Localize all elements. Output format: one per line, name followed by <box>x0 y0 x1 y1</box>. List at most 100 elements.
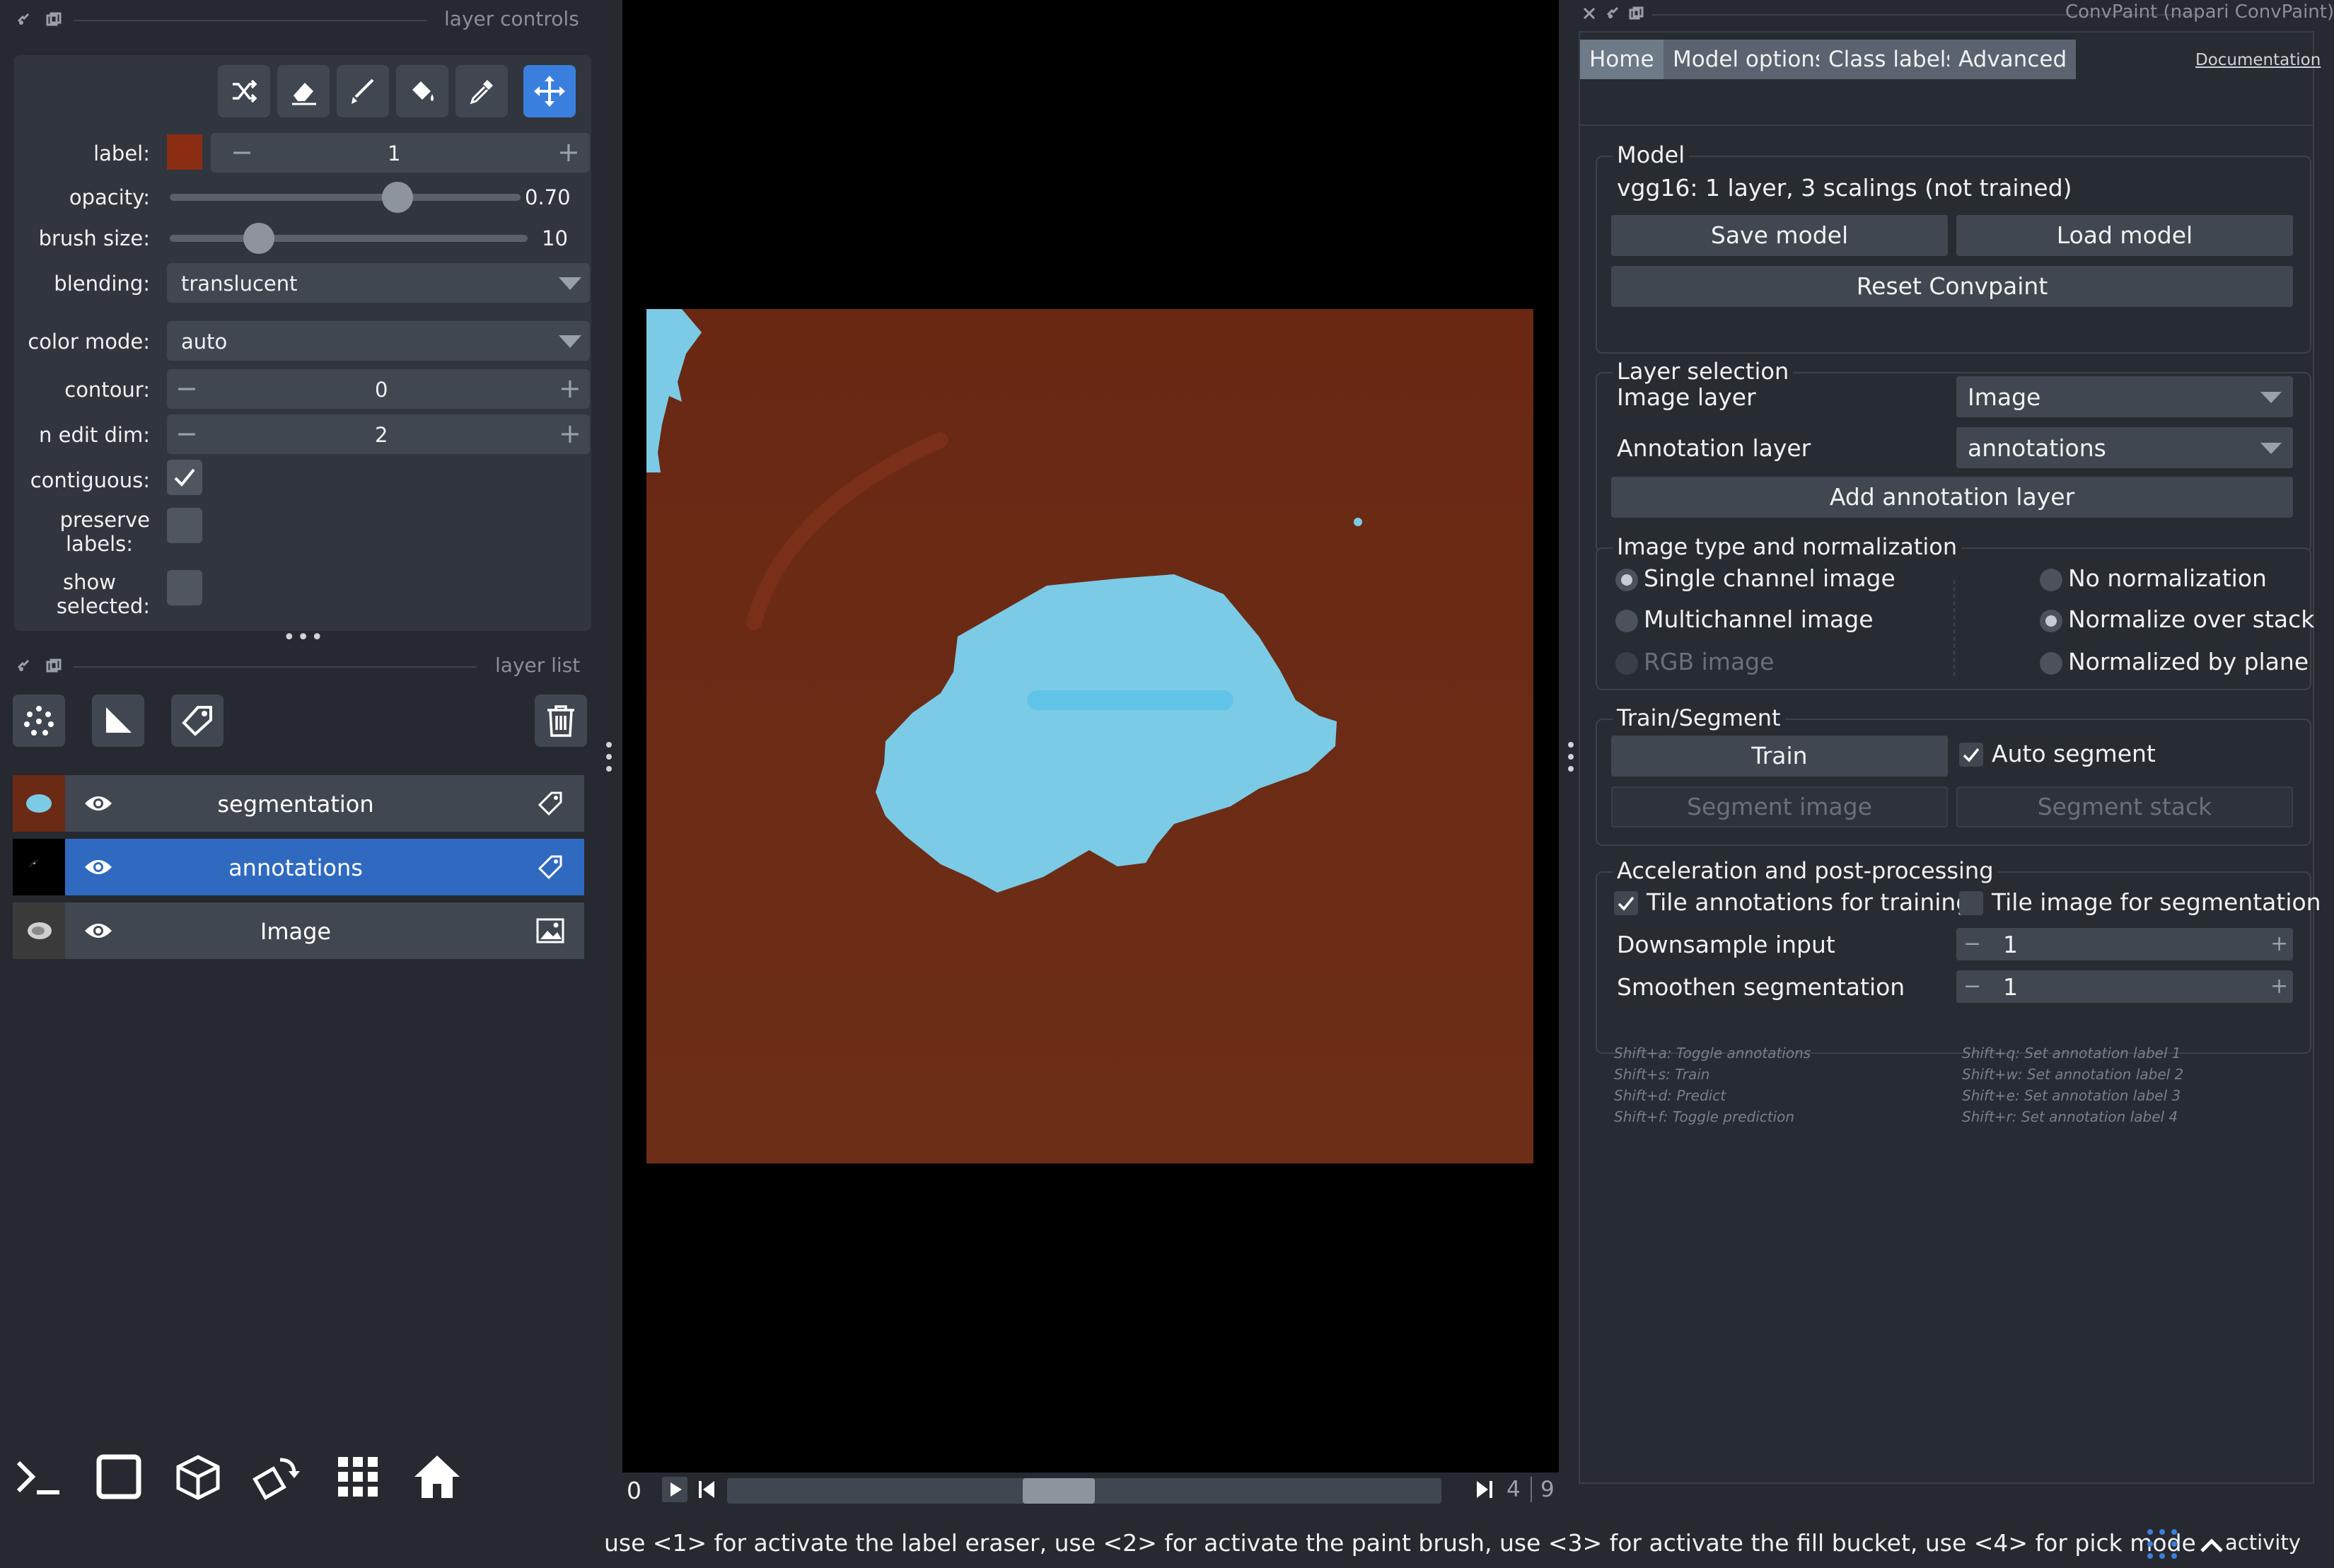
segment-image-button[interactable]: Segment image <box>1611 786 1948 827</box>
dock-close-icon[interactable] <box>1581 6 1597 21</box>
tab-home[interactable]: Home <box>1580 40 1664 79</box>
layer-selection-title: Layer selection <box>1613 358 1794 385</box>
new-points-layer-button[interactable] <box>13 695 65 747</box>
pan-zoom-button[interactable] <box>523 65 576 117</box>
new-labels-layer-button[interactable] <box>171 695 223 747</box>
color-picker-button[interactable] <box>455 65 508 117</box>
normalize-over-stack-radio[interactable] <box>2040 610 2062 632</box>
reset-view-button[interactable] <box>412 1451 463 1502</box>
fill-bucket-button[interactable] <box>396 65 448 117</box>
shapes-icon <box>102 704 134 737</box>
cube-icon <box>173 1451 223 1502</box>
brush-size-slider-handle[interactable] <box>243 223 274 254</box>
console-button[interactable] <box>13 1451 64 1502</box>
smoothen-decrement-button[interactable]: − <box>1963 973 1981 1000</box>
dock-close-icon[interactable] <box>16 658 33 675</box>
image-layer-value: Image <box>1968 383 2041 411</box>
normalized-by-plane-radio[interactable] <box>2040 652 2062 675</box>
home-icon <box>412 1451 463 1502</box>
frame-divider <box>1531 1477 1532 1502</box>
dock-close-icon[interactable] <box>16 11 33 28</box>
dock-float-icon[interactable] <box>45 658 62 675</box>
documentation-link[interactable]: Documentation <box>2195 51 2321 69</box>
label-increment-button[interactable]: + <box>557 139 580 165</box>
shuffle-colors-button[interactable] <box>218 65 270 117</box>
layer-row-segmentation[interactable]: segmentation <box>13 775 584 832</box>
new-shapes-layer-button[interactable] <box>92 695 144 747</box>
grid-icon <box>332 1451 383 1502</box>
ndisplay-toggle-button[interactable] <box>93 1451 144 1502</box>
tile-image-checkbox[interactable] <box>1959 891 1983 915</box>
brush-size-value: 10 <box>542 226 568 250</box>
label-spinbox[interactable]: − 1 + <box>211 133 590 173</box>
dims-slider-handle[interactable] <box>1023 1478 1095 1504</box>
layer-row-annotations[interactable]: annotations <box>13 839 584 895</box>
brush-size-slider-track[interactable] <box>170 235 528 242</box>
contiguous-checkbox[interactable] <box>167 460 202 495</box>
contour-decrement-button[interactable]: − <box>175 375 198 402</box>
rgb-radio[interactable] <box>1615 652 1638 675</box>
no-normalization-radio[interactable] <box>2040 569 2062 591</box>
opacity-slider-handle[interactable] <box>382 182 413 213</box>
label-decrement-button[interactable]: − <box>231 139 253 165</box>
n-edit-dim-spinbox[interactable]: − 2 + <box>167 414 590 454</box>
tab-class-labels[interactable]: Class labels <box>1819 40 1967 79</box>
left-splitter-handle[interactable] <box>605 741 612 772</box>
shortcut-hint: Shift+e: Set annotation label 3 <box>1962 1087 2181 1104</box>
contour-spinbox[interactable]: − 0 + <box>167 369 590 409</box>
multichannel-radio[interactable] <box>1615 610 1638 632</box>
contour-increment-button[interactable]: + <box>559 375 581 402</box>
image-layer-dropdown[interactable]: Image <box>1956 376 2293 417</box>
downsample-increment-button[interactable]: + <box>2270 931 2288 958</box>
add-annotation-layer-button[interactable]: Add annotation layer <box>1611 477 2293 518</box>
label-value: 1 <box>388 141 401 165</box>
save-model-button[interactable]: Save model <box>1611 215 1948 256</box>
dock-float-icon[interactable] <box>1606 6 1621 21</box>
tab-advanced[interactable]: Advanced <box>1949 40 2077 79</box>
activity-label: activity <box>2225 1531 2301 1555</box>
layer-row-image[interactable]: Image <box>13 902 584 959</box>
load-model-button[interactable]: Load model <box>1956 215 2293 256</box>
contour-value: 0 <box>375 378 388 402</box>
dock-undock-icon[interactable] <box>1628 6 1644 21</box>
trash-icon <box>546 704 576 737</box>
delete-layer-button[interactable] <box>535 695 587 747</box>
reset-convpaint-button[interactable]: Reset Convpaint <box>1611 266 2293 307</box>
segment-stack-button[interactable]: Segment stack <box>1956 786 2293 827</box>
train-button[interactable]: Train <box>1611 736 1948 777</box>
dock-splitter-handle[interactable]: ••• <box>283 625 325 650</box>
tile-annotations-checkbox[interactable] <box>1614 891 1638 915</box>
step-forward-icon[interactable] <box>1474 1480 1494 1499</box>
n-edit-dim-increment-button[interactable]: + <box>559 420 581 447</box>
eraser-icon <box>288 76 319 107</box>
tile-image-label: Tile image for segmentation <box>1992 888 2321 916</box>
dock-float-icon[interactable] <box>45 11 62 28</box>
segmentation-dot <box>1354 518 1362 526</box>
color-mode-dropdown[interactable]: auto <box>167 321 590 361</box>
step-back-icon[interactable] <box>697 1480 717 1499</box>
smoothen-spinbox[interactable]: − 1 + <box>1956 970 2293 1003</box>
smoothen-increment-button[interactable]: + <box>2270 973 2288 1000</box>
single-channel-radio[interactable] <box>1615 569 1638 591</box>
shortcut-hint: Shift+a: Toggle annotations <box>1614 1045 1811 1062</box>
annotation-layer-dropdown[interactable]: annotations <box>1956 427 2293 468</box>
grid-mode-button[interactable] <box>332 1451 383 1502</box>
3d-view-button[interactable] <box>173 1451 223 1502</box>
shortcut-hint: Shift+d: Predict <box>1614 1087 1726 1104</box>
preserve-labels-checkbox[interactable] <box>167 508 202 543</box>
opacity-slider-track[interactable] <box>170 194 521 201</box>
blending-dropdown[interactable]: translucent <box>167 263 590 303</box>
auto-segment-checkbox[interactable] <box>1959 743 1983 767</box>
downsample-decrement-button[interactable]: − <box>1963 931 1981 958</box>
eraser-button[interactable] <box>277 65 330 117</box>
n-edit-dim-decrement-button[interactable]: − <box>175 420 198 447</box>
tab-model-options[interactable]: Model options <box>1664 40 1836 79</box>
color-mode-value: auto <box>181 330 228 354</box>
checkmark-icon <box>1963 747 1980 762</box>
viewer-canvas[interactable] <box>622 0 1559 1473</box>
show-selected-checkbox[interactable] <box>167 570 202 605</box>
play-button[interactable] <box>662 1477 687 1502</box>
roll-dims-button[interactable] <box>252 1451 303 1502</box>
downsample-spinbox[interactable]: − 1 + <box>1956 928 2293 960</box>
paint-brush-button[interactable] <box>337 65 389 117</box>
